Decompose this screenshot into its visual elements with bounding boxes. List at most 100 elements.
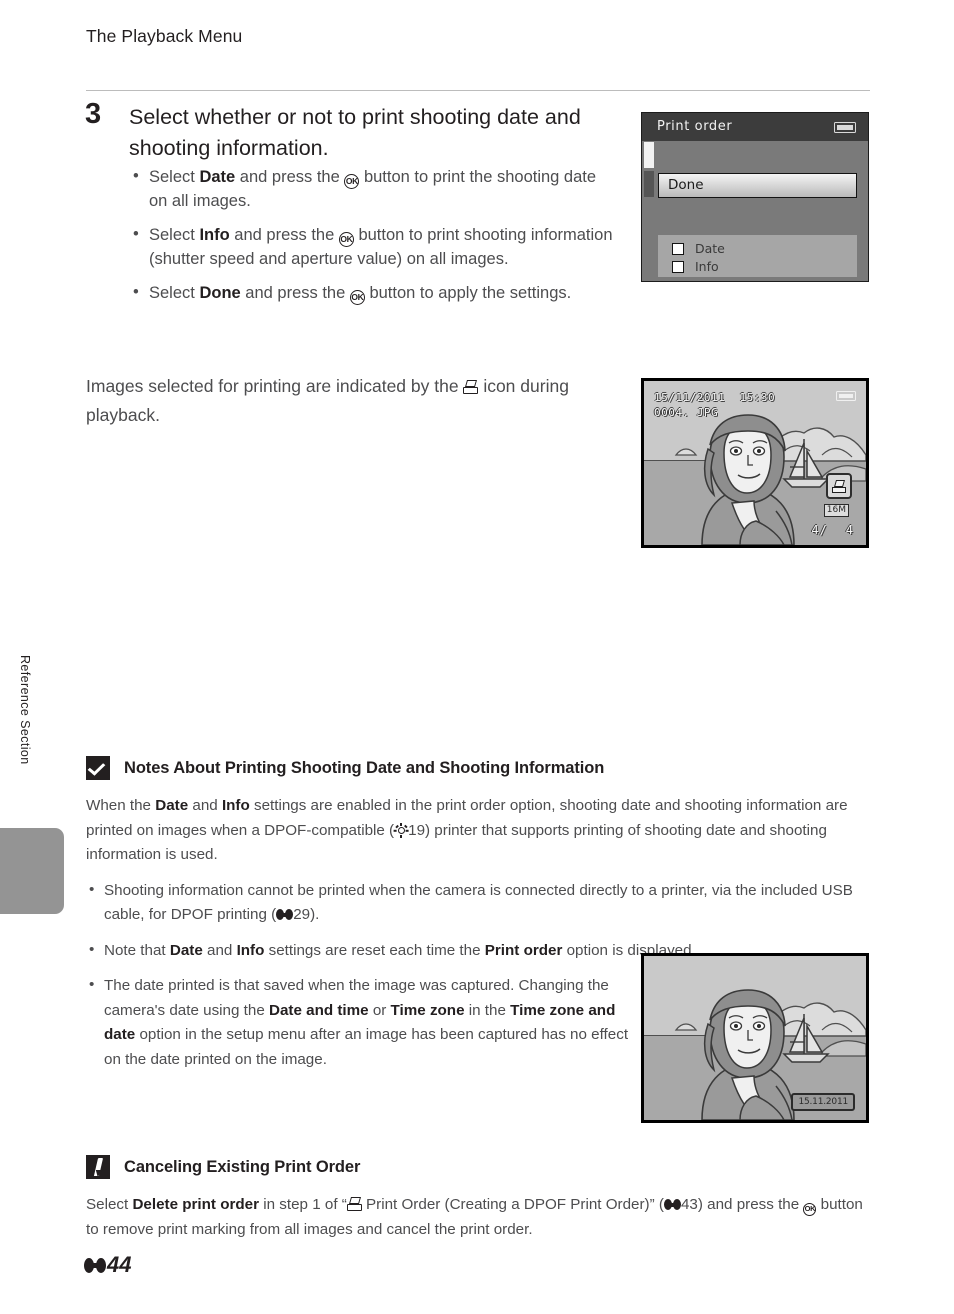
- checkbox-icon[interactable]: [672, 242, 684, 255]
- checkbox-group: Date Info: [658, 235, 857, 277]
- intro-text-part1: Images selected for printing are indicat…: [86, 376, 464, 396]
- note-text: settings are reset each time the: [264, 941, 485, 959]
- date-stamp: 15.11.2011: [791, 1093, 855, 1111]
- reference-section-icon: [276, 909, 294, 920]
- photo-osd-info: 15/11/2011 15:30 0004. JPG: [654, 390, 775, 420]
- bullet-bold-term: Date: [199, 168, 236, 186]
- note-bold-term: Info: [236, 941, 265, 959]
- note-bold-term: Date: [169, 941, 203, 959]
- note-text: Shooting information cannot be printed w…: [104, 881, 853, 924]
- playback-screen-top: 15/11/2011 15:30 0004. JPG 16M 4/4: [641, 378, 869, 548]
- note-text: and: [188, 797, 222, 814]
- scrollbar-track[interactable]: [644, 171, 654, 197]
- cross-reference: 19: [408, 821, 426, 839]
- note-text: When the: [86, 797, 156, 814]
- bullet-text-pre: Select: [149, 284, 200, 302]
- note-text: or: [368, 1001, 391, 1019]
- reference-section-icon: [84, 1257, 106, 1273]
- frame-counter: 4/4: [811, 523, 854, 537]
- side-tab-marker: [0, 828, 64, 914]
- note-text: ) and press the: [697, 1196, 804, 1213]
- menu-item-done[interactable]: Done: [658, 173, 857, 198]
- playback-screen-bottom: 15.11.2011: [641, 953, 869, 1123]
- photo-content: 15/11/2011 15:30 0004. JPG 16M 4/4: [644, 381, 866, 545]
- page-number-footer: 44: [84, 1252, 131, 1278]
- note-intro-paragraph: When the Date and Info settings are enab…: [86, 794, 870, 868]
- bullet-bold-term: Info: [199, 226, 230, 244]
- note-text: in step 1 of “: [259, 1196, 347, 1213]
- image-size-badge: 16M: [823, 504, 849, 517]
- caution-icon: [86, 756, 110, 780]
- note-heading-row: Notes About Printing Shooting Date and S…: [86, 756, 870, 780]
- ok-button-icon: OK: [349, 290, 365, 305]
- cross-reference: 43: [680, 1196, 698, 1213]
- running-header: The Playback Menu: [86, 26, 243, 46]
- bullet-text-mid: and press the: [235, 168, 345, 186]
- bullet-bold-term: Done: [199, 284, 241, 302]
- bullet-text-mid: and press the: [229, 226, 339, 244]
- list-item: Select Info and press the OK button to p…: [129, 223, 617, 271]
- note-text: option in the setup menu after an image …: [104, 1026, 629, 1068]
- header-divider: [86, 90, 870, 91]
- note-bold-term: Print order: [484, 941, 563, 959]
- reference-section-icon: [663, 1199, 681, 1210]
- note-bold-term: Time zone: [390, 1001, 465, 1019]
- print-order-icon: [346, 1197, 362, 1211]
- note-text: Select: [86, 1196, 133, 1213]
- photo-content: 15.11.2011: [644, 956, 866, 1120]
- list-item: Shooting information cannot be printed w…: [86, 878, 870, 928]
- note-bullet-list-narrow: The date printed is that saved when the …: [86, 973, 631, 1072]
- battery-icon: [834, 122, 856, 133]
- step-number: 3: [85, 98, 102, 130]
- frame-current: 4/: [811, 523, 828, 537]
- note-bold-term: Delete print order: [132, 1196, 260, 1213]
- osd-filename: 0004. JPG: [654, 406, 719, 419]
- note-text: ).: [310, 906, 320, 923]
- note-paragraph: Select Delete print order in step 1 of “…: [86, 1193, 870, 1242]
- note-bullet-list: Shooting information cannot be printed w…: [86, 878, 870, 964]
- cross-reference: 29: [293, 906, 311, 923]
- page-number: 44: [107, 1252, 132, 1277]
- note-canceling-block: Canceling Existing Print Order Select De…: [86, 1155, 870, 1242]
- note-heading: Notes About Printing Shooting Date and S…: [124, 758, 605, 777]
- checkbox-label: Info: [695, 259, 719, 274]
- ok-button-icon: OK: [344, 174, 360, 189]
- frame-total: 4: [845, 523, 854, 537]
- list-item: The date printed is that saved when the …: [86, 973, 631, 1072]
- bullet-text-mid: and press the: [240, 284, 350, 302]
- print-order-icon: [463, 380, 479, 394]
- bullet-text-pre: Select: [149, 226, 200, 244]
- bullet-text-pre: Select: [149, 168, 200, 186]
- note-bold-term: Info: [221, 797, 250, 814]
- note-bold-term: Date and time: [269, 1001, 369, 1019]
- checkbox-icon[interactable]: [672, 260, 684, 273]
- tip-pencil-icon: [86, 1155, 110, 1179]
- checkbox-label: Date: [695, 241, 725, 256]
- ok-button-icon: OK: [338, 232, 354, 247]
- osd-date: 15/11/2011 15:30: [654, 391, 776, 404]
- bullet-text-post: button to apply the settings.: [364, 284, 572, 302]
- print-order-icon: [826, 473, 852, 499]
- ok-button-icon: OK: [803, 1202, 817, 1216]
- note-bold-term: Date: [155, 797, 189, 814]
- scrollbar-thumb[interactable]: [644, 142, 654, 168]
- note-text: in the: [464, 1001, 511, 1019]
- screen-title: Print order: [657, 119, 733, 134]
- checkbox-row-info[interactable]: Info: [672, 258, 857, 275]
- intro-paragraph: Images selected for printing are indicat…: [86, 372, 606, 430]
- battery-icon: [836, 391, 856, 401]
- note-heading: Canceling Existing Print Order: [124, 1157, 361, 1176]
- note-text: and: [202, 941, 237, 959]
- list-item: Select Date and press the OK button to p…: [129, 165, 617, 213]
- step-bullet-list: Select Date and press the OK button to p…: [129, 165, 617, 317]
- print-order-screen: Print order Done Date Info: [641, 112, 869, 282]
- note-heading-row: Canceling Existing Print Order: [86, 1155, 870, 1179]
- setup-menu-icon: [393, 823, 409, 838]
- note-text: Print Order (Creating a DPOF Print Order…: [361, 1196, 664, 1213]
- note-text: Note that: [104, 941, 170, 959]
- checkbox-row-date[interactable]: Date: [672, 240, 857, 257]
- list-item: Select Done and press the OK button to a…: [129, 281, 617, 306]
- note-body: Select Delete print order in step 1 of “…: [86, 1193, 870, 1242]
- screen-title-bar: Print order: [642, 113, 868, 141]
- step-title: Select whether or not to print shooting …: [129, 105, 581, 160]
